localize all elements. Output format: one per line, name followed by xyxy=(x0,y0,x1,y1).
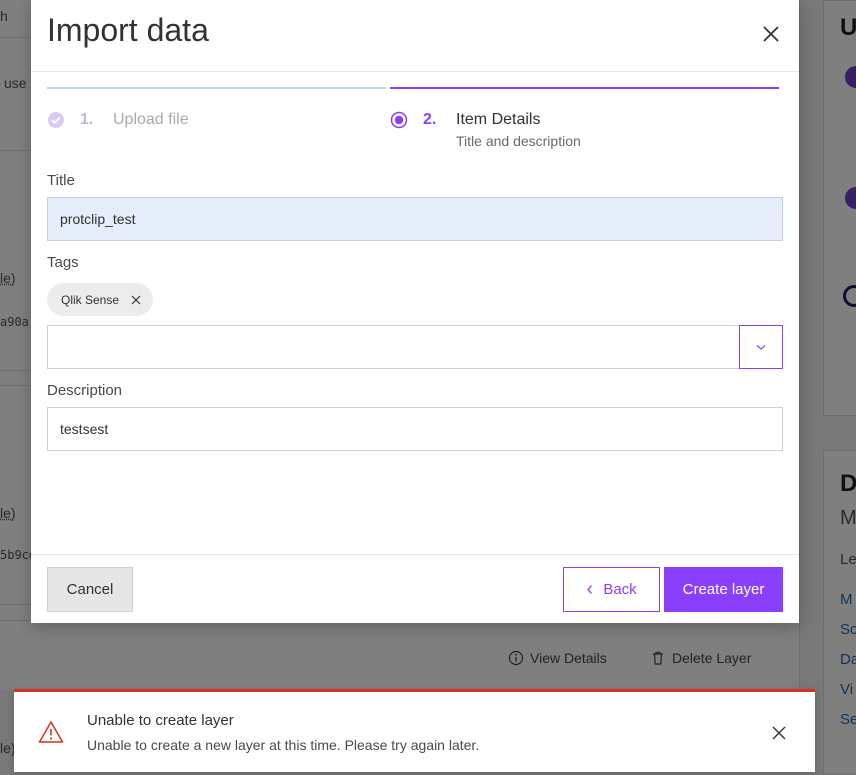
back-button[interactable]: Back xyxy=(563,567,660,612)
stepper: 1. Upload file 2. Item Details Title and… xyxy=(47,87,779,151)
description-label: Description xyxy=(47,382,123,399)
remove-tag-icon[interactable] xyxy=(131,295,141,305)
title-input[interactable]: protclip_test xyxy=(47,197,783,241)
tag-chip-label: Qlik Sense xyxy=(61,292,120,307)
error-toast: Unable to create layer Unable to create … xyxy=(14,689,815,772)
chevron-left-icon xyxy=(587,585,593,594)
description-input[interactable]: testsest xyxy=(47,407,783,451)
close-icon[interactable] xyxy=(759,22,783,46)
tags-dropdown-toggle[interactable] xyxy=(739,325,783,369)
modal-header: Import data xyxy=(31,0,799,72)
tags-label: Tags xyxy=(47,254,79,271)
step-label: Upload file xyxy=(113,111,189,128)
check-circle-icon xyxy=(48,112,64,128)
tags-combobox[interactable] xyxy=(47,325,783,369)
step-progress-bar xyxy=(390,87,779,89)
modal-footer: Cancel Back Create layer xyxy=(31,554,799,623)
step-number: 1. xyxy=(80,111,94,128)
import-data-modal: Import data 1. Upload file 2. Item Detai… xyxy=(31,0,799,623)
warning-icon xyxy=(38,721,64,743)
toast-message: Unable to create a new layer at this tim… xyxy=(87,737,480,753)
chevron-down-icon xyxy=(756,345,766,350)
modal-title: Import data xyxy=(47,12,209,48)
tag-chip: Qlik Sense xyxy=(47,283,154,316)
back-button-label: Back xyxy=(603,581,637,598)
step-number: 2. xyxy=(423,111,437,128)
create-layer-button[interactable]: Create layer xyxy=(664,567,783,612)
step-item-details[interactable]: 2. Item Details Title and description xyxy=(390,87,779,149)
close-icon[interactable] xyxy=(771,725,787,741)
step-label: Item Details xyxy=(456,111,541,128)
step-subtitle: Title and description xyxy=(456,133,581,149)
toast-title: Unable to create layer xyxy=(87,712,234,729)
radio-active-icon xyxy=(390,111,408,129)
step-progress-bar xyxy=(47,87,386,89)
step-upload-file[interactable]: 1. Upload file xyxy=(47,87,386,128)
cancel-button[interactable]: Cancel xyxy=(47,567,133,612)
title-label: Title xyxy=(47,172,75,189)
